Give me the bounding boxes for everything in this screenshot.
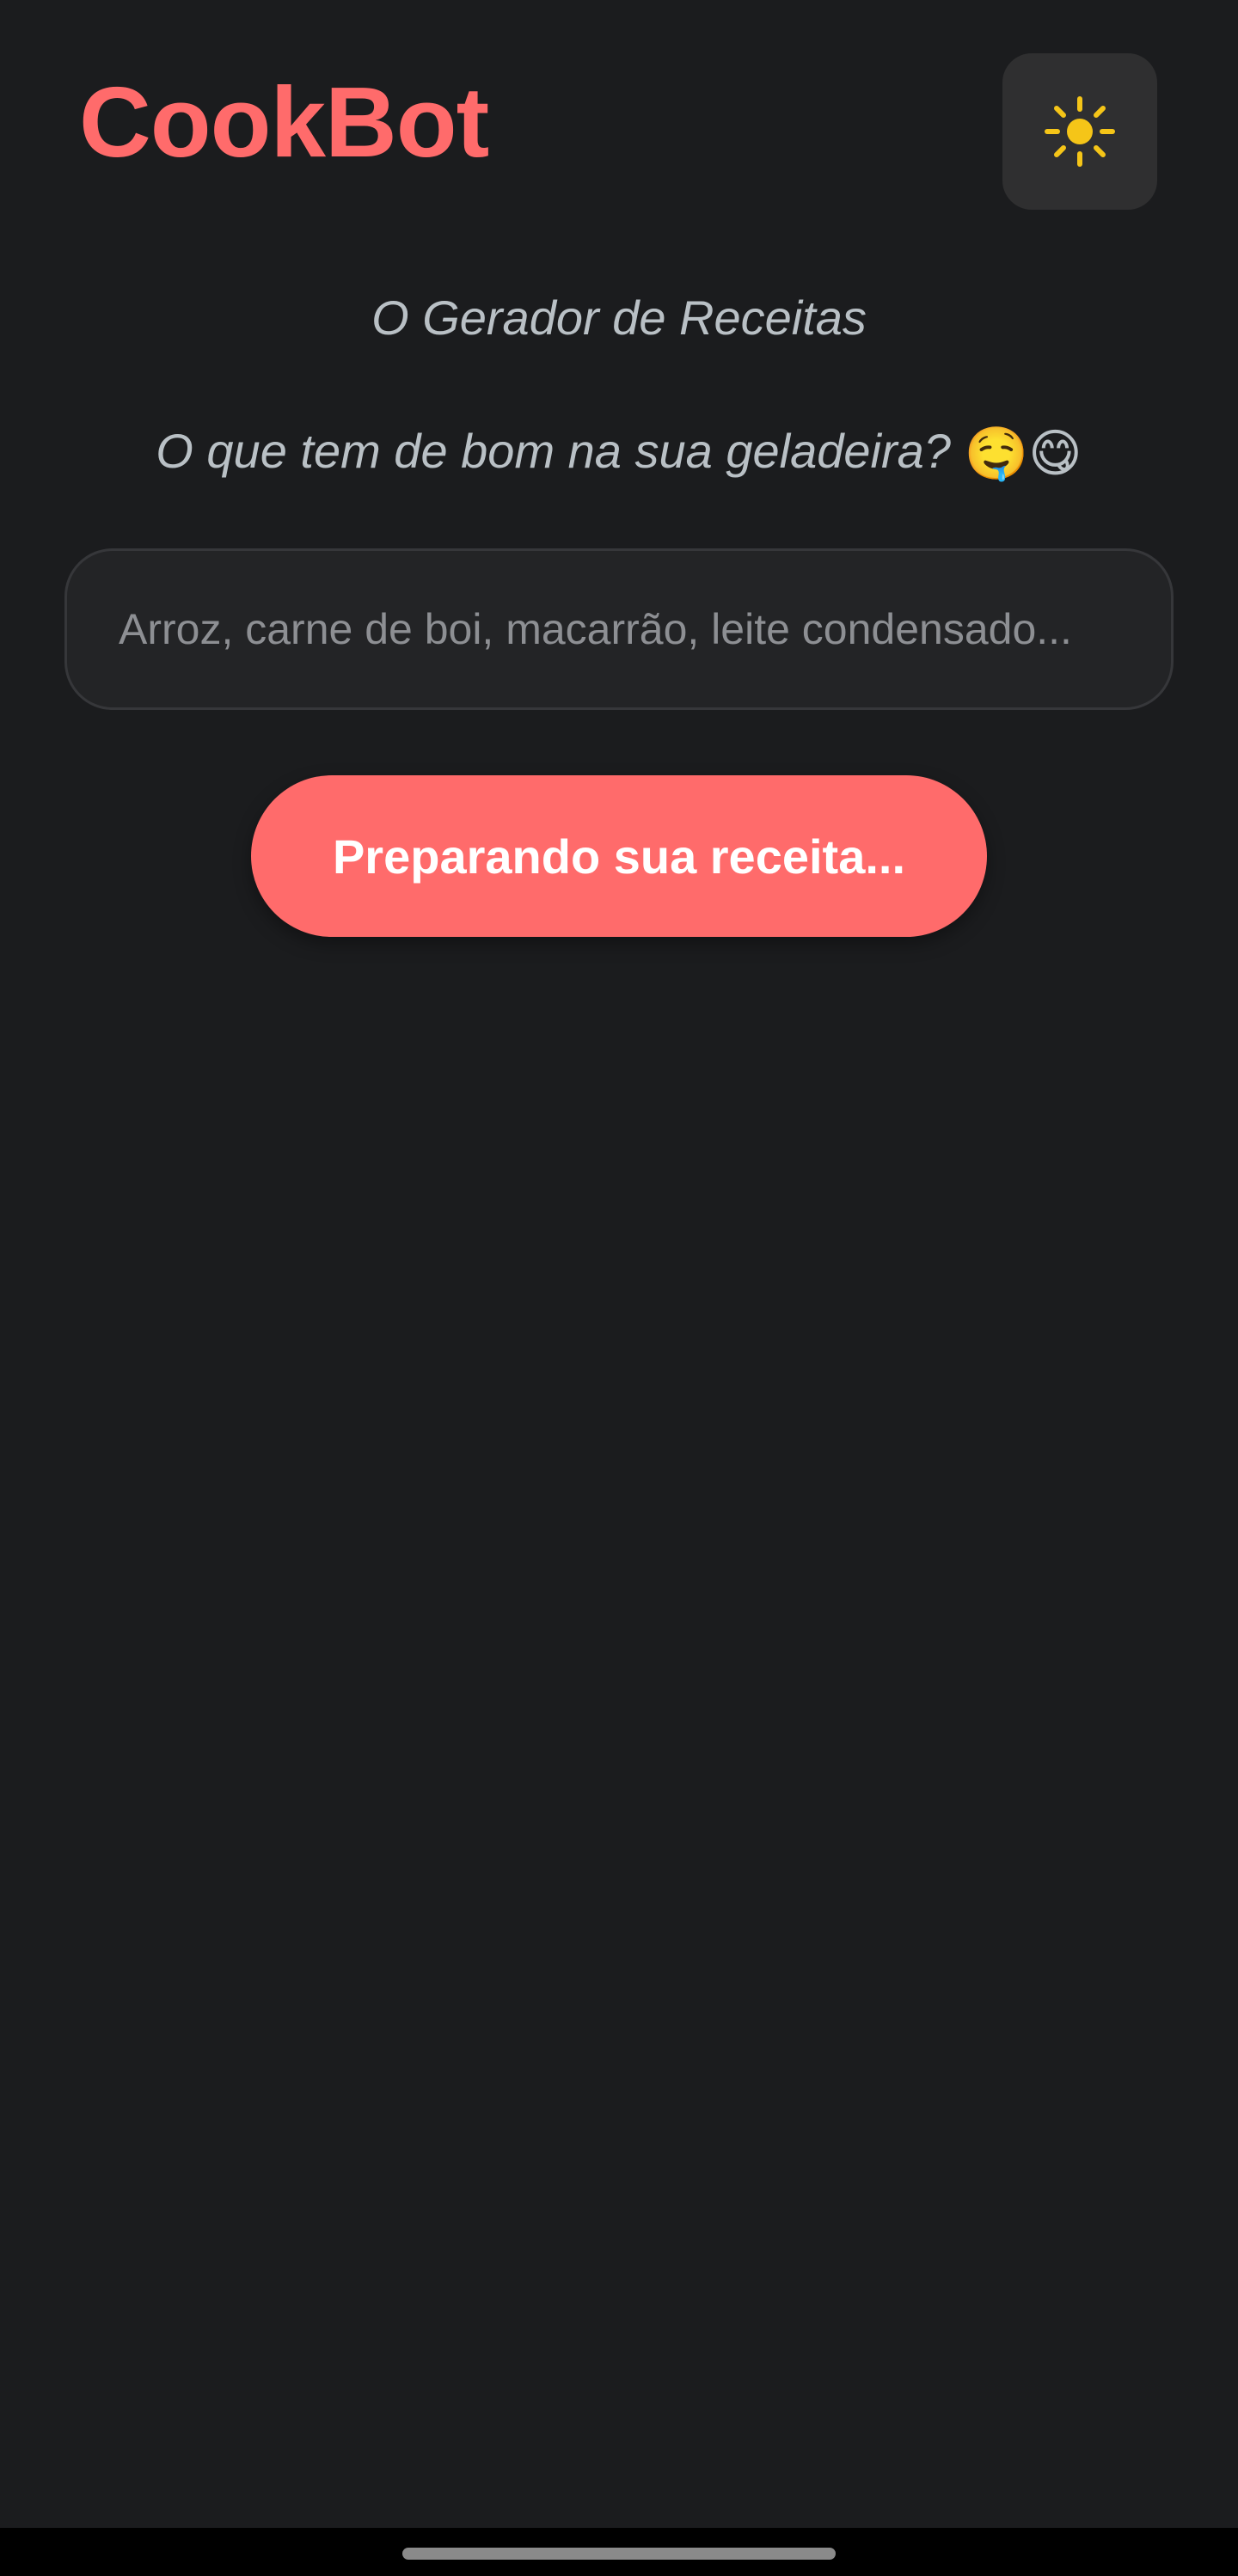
home-indicator[interactable] <box>402 2548 836 2560</box>
prompt-text: O que tem de bom na sua geladeira? 🤤😋 <box>0 417 1238 488</box>
tagline-text: O Gerador de Receitas <box>371 291 867 345</box>
sun-icon <box>1044 95 1116 168</box>
drooling-yum-emoji: 🤤😋 <box>964 425 1082 482</box>
prompt-label: O que tem de bom na sua geladeira? <box>156 424 951 478</box>
app-title: CookBot <box>79 66 489 178</box>
app-screen: CookBot O Gerador de Receitas O que tem … <box>0 0 1238 2576</box>
ingredients-input[interactable] <box>64 548 1174 710</box>
generate-recipe-button[interactable]: Preparando sua receita... <box>251 775 987 937</box>
theme-toggle-button[interactable] <box>1002 53 1157 210</box>
